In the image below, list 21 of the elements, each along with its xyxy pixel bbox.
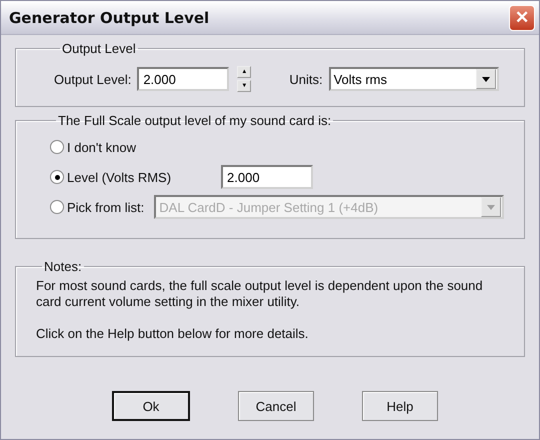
group-title: Output Level [61,41,137,56]
output-level-field[interactable]: 2.000 [137,67,230,91]
radio-button[interactable] [50,170,64,184]
caret-icon [482,76,490,82]
radio-button[interactable] [50,140,64,154]
note-text: For most sound cards, the full scale output level is dependent upon the sound card current volume setting in the mixer utility. [36,278,484,310]
dialog-button[interactable]: Help [362,391,438,421]
option-label: Level (Volts RMS) [67,170,172,184]
option-label: Pick from list: [67,200,144,214]
dialog-button[interactable]: Ok [112,391,190,421]
caret-icon [487,204,496,210]
group-title: The Full Scale output level of my sound card is: [57,113,332,128]
dialog-button[interactable]: Cancel [238,391,314,421]
group-title: Notes: [43,259,83,274]
units-dropdown[interactable]: Volts rms [328,67,499,91]
window-title: Generator Output Level [9,8,210,26]
field-label: Units: [289,72,323,86]
field-label: Output Level: [54,72,132,86]
option-label: I don't know [67,140,136,154]
level-field[interactable]: 2.000 [221,165,314,189]
note-text: Click on the Help button below for more details. [36,326,310,342]
